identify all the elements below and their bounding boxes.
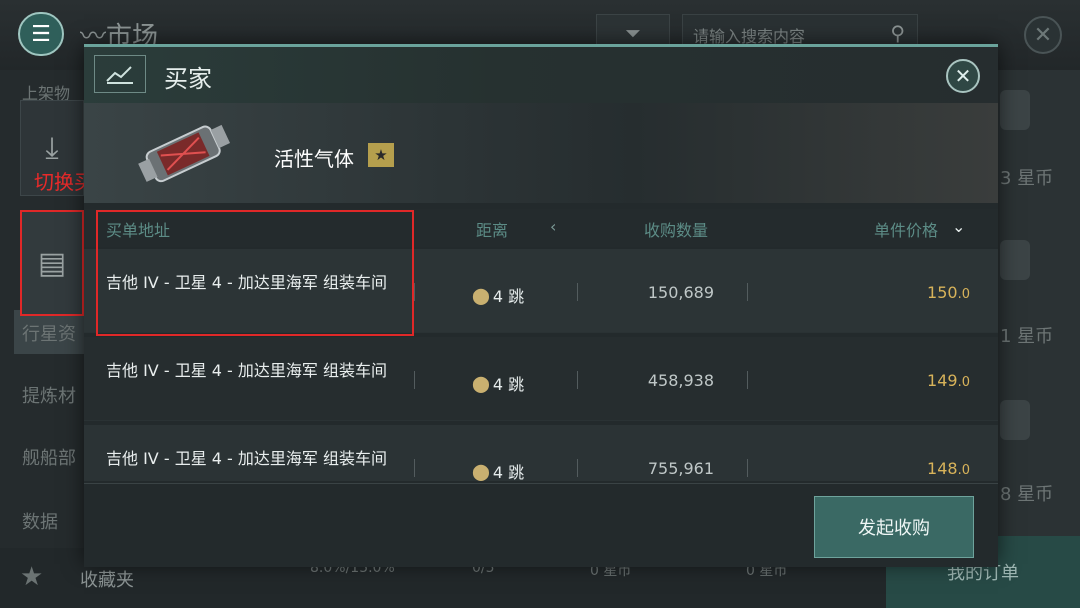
dialog-title: 买家 bbox=[164, 65, 212, 93]
chevron-left-icon[interactable]: ‹ bbox=[550, 217, 556, 236]
row-price: 149.0 bbox=[927, 371, 970, 390]
divider bbox=[414, 459, 415, 477]
table-row[interactable]: 吉他 IV - 卫星 4 - 加达里海军 组装车间 ⬤ 4 跳 150,689 1… bbox=[84, 249, 998, 333]
item-name: 活性气体 bbox=[274, 147, 354, 171]
close-icon: ✕ bbox=[954, 64, 972, 88]
item-price: 3 星币 bbox=[1000, 168, 1054, 189]
search-icon[interactable]: ⚲ bbox=[890, 21, 905, 45]
sidebar-item-planet[interactable]: 行星资 bbox=[22, 320, 76, 346]
buy-orders-tab[interactable]: ▤ bbox=[20, 210, 84, 316]
divider bbox=[747, 459, 748, 477]
col-distance[interactable]: 距离 bbox=[476, 217, 508, 241]
row-price: 148.0 bbox=[927, 459, 970, 478]
menu-button[interactable]: ☰ bbox=[18, 12, 64, 56]
row-address: 吉他 IV - 卫星 4 - 加达里海军 组装车间 bbox=[106, 273, 387, 292]
row-address: 吉他 IV - 卫星 4 - 加达里海军 组装车间 bbox=[106, 449, 387, 468]
market-close-button[interactable]: ✕ bbox=[1024, 16, 1062, 54]
divider bbox=[747, 283, 748, 301]
table-row[interactable]: 吉他 IV - 卫星 4 - 加达里海军 组装车间 ⬤ 4 跳 458,938 1… bbox=[84, 337, 998, 421]
order-list[interactable]: 吉他 IV - 卫星 4 - 加达里海军 组装车间 ⬤ 4 跳 150,689 1… bbox=[84, 249, 998, 481]
sidebar-item-ship[interactable]: 舰船部 bbox=[22, 444, 76, 470]
clipboard-icon: ▤ bbox=[37, 245, 67, 281]
download-icon: ⤓ bbox=[45, 130, 59, 166]
hamburger-icon: ☰ bbox=[31, 21, 51, 47]
row-price: 150.0 bbox=[927, 283, 970, 302]
chart-icon bbox=[94, 55, 146, 93]
divider bbox=[414, 371, 415, 389]
sidebar-item-data[interactable]: 数据 bbox=[22, 508, 58, 534]
dialog-close-button[interactable]: ✕ bbox=[946, 59, 980, 93]
favorites-button[interactable]: 收藏夹 bbox=[80, 566, 134, 592]
table-row[interactable]: 吉他 IV - 卫星 4 - 加达里海军 组装车间 ⬤ 4 跳 755,961 1… bbox=[84, 425, 998, 481]
row-quantity: 150,689 bbox=[647, 283, 714, 302]
divider bbox=[414, 283, 415, 301]
col-unit-price[interactable]: 单件价格 bbox=[874, 217, 938, 241]
sidebar-item-refine[interactable]: 提炼材 bbox=[22, 382, 76, 408]
row-quantity: 755,961 bbox=[647, 459, 714, 478]
star-icon: ★ bbox=[20, 562, 44, 592]
favorite-star-icon[interactable]: ★ bbox=[368, 143, 394, 167]
location-pin-icon: ⬤ bbox=[472, 461, 490, 481]
col-quantity[interactable]: 收购数量 bbox=[644, 217, 708, 241]
item-banner: 活性气体 ★ bbox=[84, 103, 998, 203]
row-address: 吉他 IV - 卫星 4 - 加达里海军 组装车间 bbox=[106, 361, 387, 380]
item-thumbnail bbox=[1000, 400, 1030, 440]
close-icon: ✕ bbox=[1033, 22, 1053, 48]
item-thumbnail bbox=[1000, 240, 1030, 280]
location-pin-icon: ⬤ bbox=[472, 285, 490, 305]
row-jumps: ⬤ 4 跳 bbox=[472, 461, 525, 482]
row-quantity: 458,938 bbox=[647, 371, 714, 390]
divider bbox=[747, 371, 748, 389]
divider bbox=[577, 371, 578, 389]
divider bbox=[577, 459, 578, 477]
gas-canister-image bbox=[130, 111, 240, 195]
place-bid-button[interactable]: 发起收购 bbox=[814, 496, 974, 558]
filter-icon: ⏷ bbox=[625, 21, 641, 45]
col-address: 买单地址 bbox=[106, 221, 171, 240]
row-jumps: ⬤ 4 跳 bbox=[472, 285, 525, 307]
item-price: 1 星币 bbox=[1000, 326, 1054, 347]
item-thumbnail bbox=[1000, 90, 1030, 130]
dialog-header: 买家 ✕ bbox=[84, 47, 998, 103]
buyers-dialog: 买家 ✕ 活性气体 ★ 买单地址 距离 ‹ 收购数量 单件价格 ⌄ 吉他 IV … bbox=[84, 44, 998, 567]
item-price: 8 星币 bbox=[1000, 484, 1054, 505]
row-jumps: ⬤ 4 跳 bbox=[472, 373, 525, 395]
chevron-down-icon[interactable]: ⌄ bbox=[952, 217, 965, 236]
table-header: 买单地址 距离 ‹ 收购数量 单件价格 ⌄ bbox=[84, 209, 998, 247]
divider bbox=[577, 283, 578, 301]
location-pin-icon: ⬤ bbox=[472, 373, 490, 393]
dialog-footer: 发起收购 bbox=[84, 483, 998, 567]
